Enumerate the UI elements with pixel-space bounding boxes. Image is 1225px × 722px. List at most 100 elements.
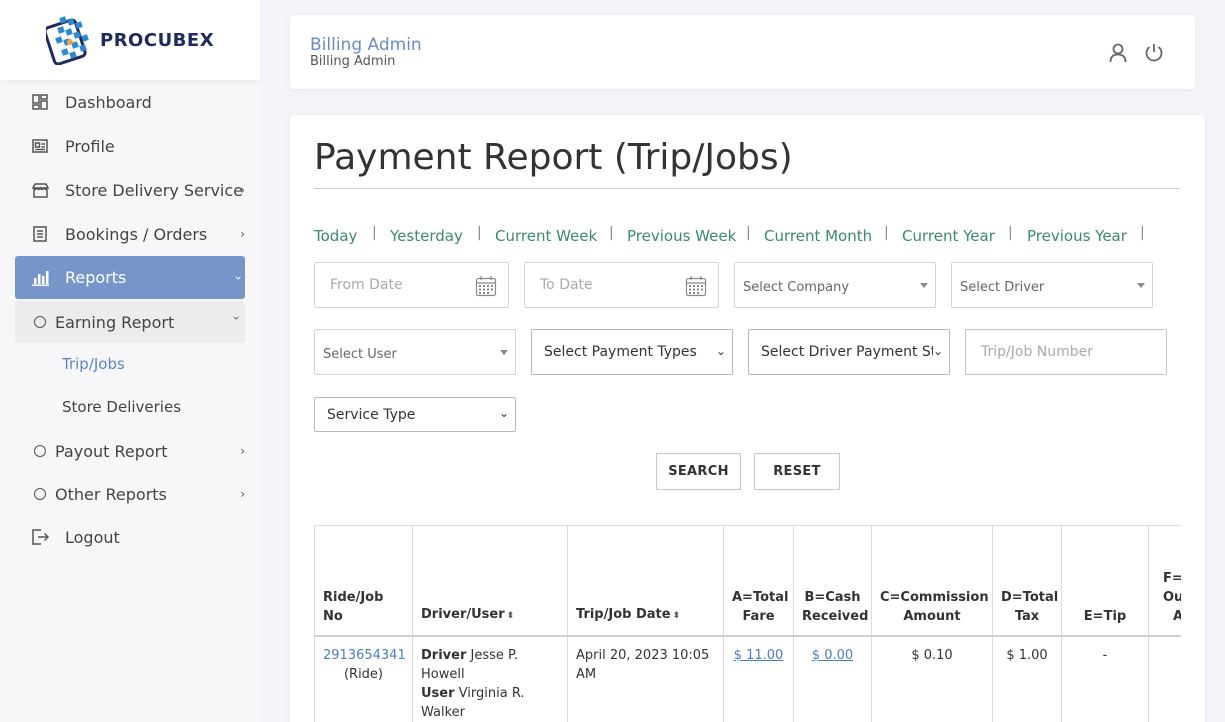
table-header-row: Ride/Job No Driver/User ⬍ Trip/Job Date ⬍ … (314, 525, 1181, 637)
circle-icon (34, 316, 46, 328)
filter-previous-week[interactable]: Previous Week (627, 227, 736, 245)
chevron-down-icon: ⌄ (715, 344, 726, 358)
separator: | (372, 225, 377, 241)
column-header-label: A=Total (732, 589, 789, 605)
column-header-f: F= Out A (1148, 525, 1181, 637)
filter-yesterday[interactable]: Yesterday (390, 227, 463, 245)
to-date-field[interactable]: To Date (524, 262, 719, 308)
separator: | (477, 225, 482, 241)
column-header-label: F= (1163, 570, 1181, 586)
driver-payment-status-select[interactable]: Select Driver Payment St ⌄ (748, 329, 950, 375)
sidebar-item-bookings-orders[interactable]: Bookings / Orders › (15, 213, 245, 255)
cell-total-tax: $ 1.00 (992, 635, 1062, 722)
caret-down-icon (1137, 283, 1145, 288)
dashboard-icon (31, 93, 49, 111)
cell-total-fare: $ 11.00 (723, 635, 794, 722)
payment-types-select[interactable]: Select Payment Types ⌄ (531, 329, 733, 375)
separator: | (609, 225, 614, 241)
cell-driver-user: Driver Jesse P. Howell User Virginia R. W… (412, 635, 568, 722)
from-date-placeholder: From Date (330, 277, 403, 293)
filter-today[interactable]: Today (314, 227, 357, 245)
cash-received-link[interactable]: $ 0.00 (812, 648, 853, 663)
cell-trip-date: April 20, 2023 10:05 AM (567, 635, 724, 722)
report-table-wrapper[interactable]: Ride/Job No Driver/User ⬍ Trip/Job Date ⬍ … (314, 525, 1181, 722)
filter-current-week[interactable]: Current Week (495, 227, 597, 245)
trip-number-placeholder: Trip/Job Number (981, 344, 1094, 360)
ride-number-link[interactable]: 2913654341 (323, 648, 406, 663)
sort-icon[interactable]: ⬍ (673, 611, 681, 621)
sidebar-subitem-store-deliveries[interactable]: Store Deliveries (62, 398, 181, 416)
sidebar-item-logout[interactable]: Logout (15, 516, 245, 558)
filter-current-month[interactable]: Current Month (764, 227, 872, 245)
caret-down-icon (920, 283, 928, 288)
filter-previous-year[interactable]: Previous Year (1027, 227, 1127, 245)
separator: | (746, 225, 751, 241)
sidebar-item-dashboard[interactable]: Dashboard (15, 81, 245, 123)
sidebar-item-other-reports[interactable]: Other Reports › (15, 473, 245, 515)
column-header-trip-date[interactable]: Trip/Job Date ⬍ (567, 525, 724, 637)
sidebar-item-reports[interactable]: Reports › (15, 256, 246, 299)
brand-name-part1: PRO (100, 29, 144, 51)
column-header-tip: E=Tip (1061, 525, 1149, 637)
cell-ride-no: 2913654341 (Ride) (314, 635, 413, 722)
sidebar-item-label: Earning Report (55, 312, 175, 332)
filter-current-year[interactable]: Current Year (902, 227, 995, 245)
title-divider (314, 188, 1181, 189)
column-header-label: B=Cash (804, 589, 861, 605)
power-icon[interactable] (1143, 42, 1165, 64)
ride-type: (Ride) (343, 666, 384, 682)
from-date-field[interactable]: From Date (314, 262, 509, 308)
sidebar-item-store-delivery-service[interactable]: Store Delivery Service › (15, 169, 245, 211)
column-header-label: C=Commission (880, 589, 989, 605)
sidebar-item-label: Logout (65, 527, 120, 547)
report-table: Ride/Job No Driver/User ⬍ Trip/Job Date ⬍ … (314, 525, 1181, 722)
cell-commission: $ 0.10 (871, 635, 993, 722)
driver-payment-status-value: Select Driver Payment St (761, 344, 937, 360)
user-select[interactable]: Select User (314, 329, 516, 375)
column-header-commission: C=Commission Amount (871, 525, 993, 637)
driver-select[interactable]: Select Driver (951, 262, 1153, 308)
sidebar-item-label: Store Delivery Service (65, 180, 244, 200)
procubex-logo-icon (46, 16, 89, 65)
total-fare-link[interactable]: $ 11.00 (734, 648, 784, 663)
chevron-right-icon: › (240, 227, 245, 241)
search-button[interactable]: SEARCH (656, 453, 741, 490)
trip-number-input[interactable]: Trip/Job Number (965, 329, 1167, 375)
reports-icon (31, 269, 49, 287)
store-icon (31, 181, 49, 199)
company-select[interactable]: Select Company (734, 262, 936, 308)
driver-label: Driver (421, 647, 467, 663)
sidebar-subitem-trip-jobs[interactable]: Trip/Jobs (62, 355, 125, 373)
logo[interactable]: PROCUBEX (0, 0, 260, 80)
reset-button[interactable]: RESET (754, 453, 840, 490)
calendar-icon[interactable] (475, 275, 497, 297)
user-icon[interactable] (1107, 42, 1129, 64)
column-header-total-fare: A=Total Fare (723, 525, 794, 637)
sidebar-item-profile[interactable]: Profile (15, 125, 245, 167)
chevron-right-icon: › (240, 444, 245, 458)
sidebar-item-label: Reports (65, 268, 127, 287)
column-header-driver-user[interactable]: Driver/User ⬍ (412, 525, 568, 637)
service-type-value: Service Type (327, 406, 416, 423)
brand-name-part2: CUBEX (143, 29, 215, 51)
column-header-total-tax: D=Total Tax (992, 525, 1062, 637)
calendar-icon[interactable] (685, 275, 707, 297)
sort-icon[interactable]: ⬍ (507, 611, 515, 621)
bookings-icon (31, 225, 49, 243)
separator: | (884, 225, 889, 241)
service-type-select[interactable]: Service Type ⌄ (314, 397, 516, 432)
chevron-down-icon: › (229, 315, 244, 321)
column-header-ride-no: Ride/Job No (314, 525, 413, 637)
cell-cash-received: $ 0.00 (793, 635, 872, 722)
table-row: 2913654341 (Ride) Driver Jesse P. Howell U… (314, 635, 1181, 722)
chevron-down-icon: ⌄ (932, 344, 943, 358)
column-header-label: Driver/User (421, 606, 505, 622)
chevron-down-icon: ⌄ (498, 406, 509, 420)
circle-icon (34, 488, 46, 500)
circle-icon (34, 445, 46, 457)
column-header-label: Trip/Job Date (576, 606, 671, 622)
sidebar-item-payout-report[interactable]: Payout Report › (15, 430, 245, 472)
column-header-label: Amount (903, 608, 961, 624)
sidebar-item-earning-report[interactable]: Earning Report › (15, 301, 245, 343)
driver-select-placeholder: Select Driver (960, 279, 1045, 295)
